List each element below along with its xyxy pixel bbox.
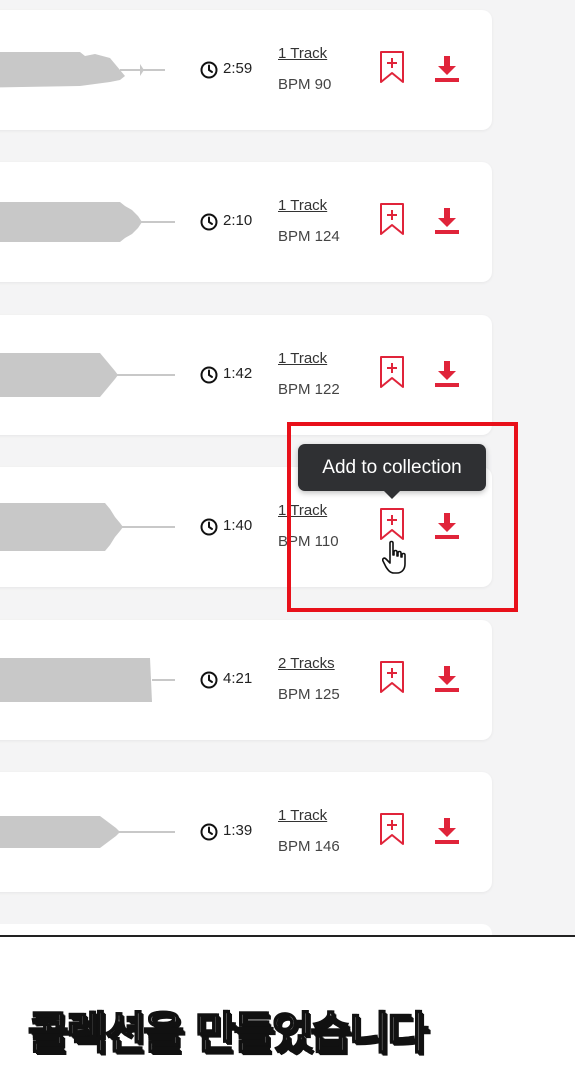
track-count-link[interactable]: 1 Track: [278, 45, 327, 62]
caption-text: 콜렉션을 만들었습니다: [27, 1007, 429, 1060]
track-card: 2:10 1 Track BPM 124: [0, 162, 492, 282]
hand-cursor-icon: [382, 540, 406, 574]
waveform[interactable]: [0, 34, 180, 106]
track-card: 1:42 1 Track BPM 122: [0, 315, 492, 435]
waveform[interactable]: [0, 186, 180, 258]
bookmark-plus-icon[interactable]: [378, 660, 406, 694]
clock-icon: [200, 518, 218, 536]
track-card-partial: [0, 924, 492, 935]
track-duration: 4:21: [223, 670, 253, 687]
clock-icon: [200, 366, 218, 384]
track-bpm: BPM 124: [278, 228, 340, 245]
track-duration: 1:40: [223, 517, 253, 534]
bookmark-plus-icon[interactable]: [378, 812, 406, 846]
track-count-link[interactable]: 1 Track: [278, 350, 327, 367]
waveform[interactable]: [0, 491, 180, 563]
waveform[interactable]: [0, 339, 180, 411]
track-count-link[interactable]: 1 Track: [278, 197, 327, 214]
download-icon[interactable]: [434, 360, 460, 388]
download-icon[interactable]: [434, 55, 460, 83]
clock-icon: [200, 823, 218, 841]
track-list: 2:59 1 Track BPM 90 2:10 1 Track BPM 124: [0, 0, 575, 935]
download-icon[interactable]: [434, 817, 460, 845]
clock-icon: [200, 61, 218, 79]
track-card: 1:39 1 Track BPM 146: [0, 772, 492, 892]
track-count-link[interactable]: 2 Tracks: [278, 655, 335, 672]
bookmark-plus-icon[interactable]: [378, 355, 406, 389]
caption-bar: 콜렉션을 만들었습니다: [0, 935, 575, 1082]
track-card: 4:21 2 Tracks BPM 125: [0, 620, 492, 740]
track-bpm: BPM 90: [278, 76, 332, 93]
waveform[interactable]: [0, 644, 180, 716]
track-duration: 2:10: [223, 212, 253, 229]
download-icon[interactable]: [434, 665, 460, 693]
track-bpm: BPM 146: [278, 838, 340, 855]
track-duration: 1:39: [223, 822, 253, 839]
clock-icon: [200, 671, 218, 689]
track-card: 2:59 1 Track BPM 90: [0, 10, 492, 130]
track-bpm: BPM 125: [278, 686, 340, 703]
track-duration: 1:42: [223, 365, 253, 382]
clock-icon: [200, 213, 218, 231]
track-count-link[interactable]: 1 Track: [278, 807, 327, 824]
highlight-box: [287, 422, 518, 612]
track-bpm: BPM 122: [278, 381, 340, 398]
track-duration: 2:59: [223, 60, 253, 77]
download-icon[interactable]: [434, 207, 460, 235]
bookmark-plus-icon[interactable]: [378, 50, 406, 84]
waveform[interactable]: [0, 796, 180, 868]
bookmark-plus-icon[interactable]: [378, 202, 406, 236]
